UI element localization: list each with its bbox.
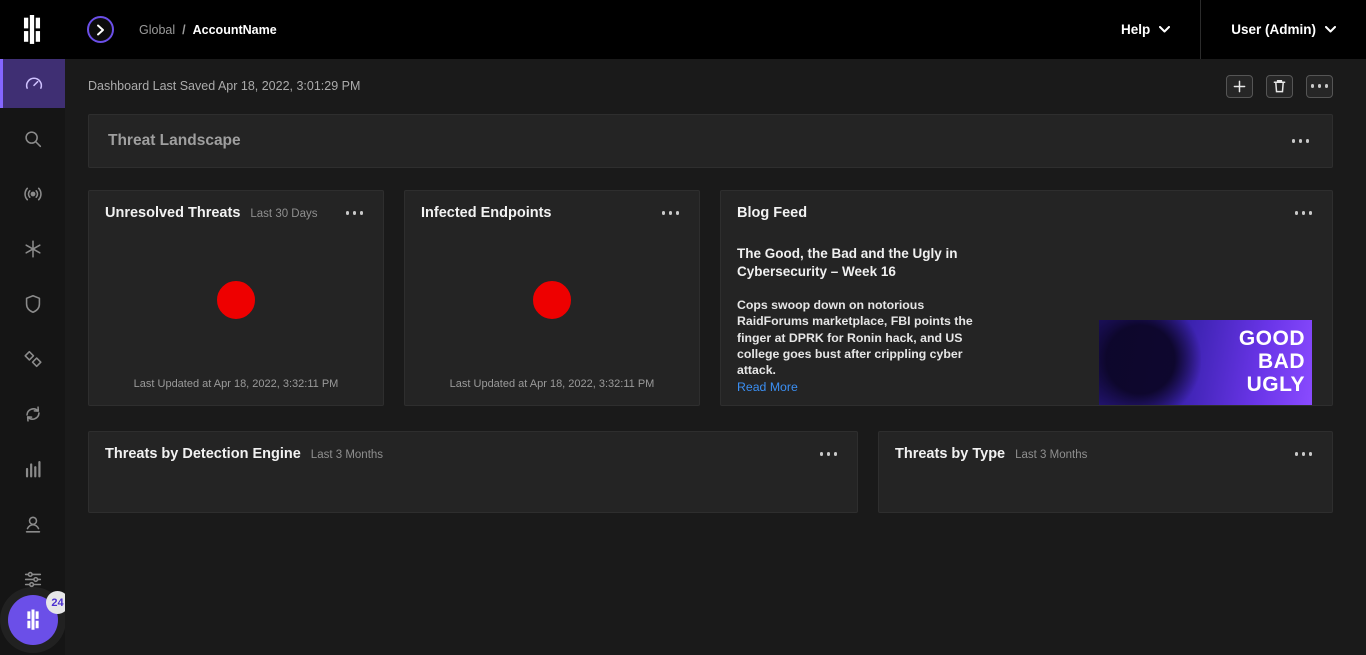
toolbar-buttons	[1226, 75, 1333, 98]
chevron-down-icon	[1159, 26, 1170, 33]
sync-icon	[22, 403, 44, 425]
add-widget-button[interactable]	[1226, 75, 1253, 98]
sidebar-item-sync[interactable]	[0, 389, 65, 438]
blog-image-words: GOOD BAD UGLY	[1239, 327, 1305, 396]
help-menu-label: Help	[1121, 22, 1150, 37]
widget-header: Infected Endpoints	[405, 191, 699, 221]
donut-chart-area	[405, 221, 699, 378]
widget-title: Threats by Type	[895, 446, 1005, 462]
main-content: Dashboard Last Saved Apr 18, 2022, 3:01:…	[65, 59, 1366, 655]
sidebar-item-packages[interactable]	[0, 334, 65, 383]
broadcast-icon	[22, 183, 44, 205]
read-more-link[interactable]: Read More	[737, 380, 798, 394]
section-menu-button[interactable]	[1288, 135, 1314, 147]
dashboard-more-button[interactable]	[1306, 75, 1333, 98]
widget-range: Last 30 Days	[250, 208, 317, 220]
shield-icon	[22, 293, 44, 315]
sentinelone-logo-icon	[24, 609, 42, 631]
breadcrumb-separator: /	[182, 23, 185, 37]
infected-endpoints-donut[interactable]	[533, 281, 571, 319]
fab-wrap: 24	[8, 595, 58, 645]
donut-chart-area	[89, 221, 383, 378]
widget-header: Threats by Detection Engine Last 3 Month…	[89, 432, 857, 462]
last-updated-text: Last Updated at Apr 18, 2022, 3:32:11 PM	[89, 378, 383, 405]
asterisk-icon	[22, 238, 44, 260]
dashboard-gauge-icon	[23, 73, 45, 95]
sidebar-item-automation[interactable]	[0, 224, 65, 273]
infected-endpoints-widget: Infected Endpoints Last Updated at Apr 1…	[404, 190, 700, 406]
widget-menu-button[interactable]	[1291, 207, 1317, 219]
widget-menu-button[interactable]	[658, 207, 684, 219]
blog-article-title: The Good, the Bad and the Ugly in Cybers…	[737, 245, 987, 280]
dashboard-toolbar: Dashboard Last Saved Apr 18, 2022, 3:01:…	[88, 59, 1333, 113]
widget-header: Threats by Type Last 3 Months	[879, 432, 1332, 462]
help-menu[interactable]: Help	[1091, 0, 1200, 59]
topbar: Global / AccountName Help User (Admin)	[0, 0, 1366, 59]
sentinelone-logo-icon	[19, 15, 45, 45]
sidebar-item-search[interactable]	[0, 114, 65, 163]
breadcrumb-scope[interactable]: Global	[139, 23, 175, 37]
hooded-figure-graphic	[1099, 320, 1201, 405]
widget-title: Blog Feed	[737, 205, 807, 221]
blog-image-word: UGLY	[1239, 373, 1305, 396]
expand-nav-button[interactable]	[87, 16, 114, 43]
trash-icon	[1273, 79, 1286, 93]
widget-row-2: Threats by Detection Engine Last 3 Month…	[88, 431, 1333, 513]
sidebar-item-policy[interactable]	[0, 279, 65, 328]
threats-by-detection-engine-widget: Threats by Detection Engine Last 3 Month…	[88, 431, 858, 513]
search-icon	[22, 128, 44, 150]
widget-title: Infected Endpoints	[421, 205, 552, 221]
widget-range: Last 3 Months	[311, 449, 383, 461]
sentinelone-logo[interactable]	[19, 15, 45, 45]
bar-chart-icon	[22, 458, 44, 480]
widget-menu-button[interactable]	[1291, 448, 1317, 460]
topbar-right: Help User (Admin)	[1091, 0, 1366, 59]
unresolved-threats-widget: Unresolved Threats Last 30 Days Last Upd…	[88, 190, 384, 406]
widget-title: Unresolved Threats	[105, 205, 240, 221]
widget-row-1: Unresolved Threats Last 30 Days Last Upd…	[88, 190, 1333, 406]
sliders-icon	[22, 568, 44, 590]
user-menu-label: User (Admin)	[1231, 22, 1316, 37]
threats-by-type-widget: Threats by Type Last 3 Months	[878, 431, 1333, 513]
user-menu[interactable]: User (Admin)	[1201, 0, 1366, 59]
section-title: Threat Landscape	[108, 132, 241, 150]
sidebar-item-dashboard[interactable]	[0, 59, 65, 108]
plus-icon	[1233, 80, 1246, 93]
breadcrumb-account[interactable]: AccountName	[193, 23, 277, 37]
blog-article-image[interactable]: GOOD BAD UGLY	[1099, 320, 1312, 405]
chevron-right-icon	[96, 24, 105, 36]
last-updated-text: Last Updated at Apr 18, 2022, 3:32:11 PM	[405, 378, 699, 405]
chevron-down-icon	[1325, 26, 1336, 33]
sidebar	[0, 59, 65, 655]
threat-landscape-section: Threat Landscape	[88, 114, 1333, 168]
blog-image-word: GOOD	[1239, 327, 1305, 350]
widget-menu-button[interactable]	[816, 448, 842, 460]
unresolved-threats-donut[interactable]	[217, 281, 255, 319]
user-badge-icon	[22, 513, 44, 535]
sidebar-item-account[interactable]	[0, 499, 65, 548]
widget-menu-button[interactable]	[342, 207, 368, 219]
breadcrumb: Global / AccountName	[139, 23, 277, 37]
blog-article-excerpt: Cops swoop down on notorious RaidForums …	[737, 297, 985, 379]
blog-feed-widget: Blog Feed The Good, the Bad and the Ugly…	[720, 190, 1333, 406]
sidebar-item-network[interactable]	[0, 169, 65, 218]
widget-header: Unresolved Threats Last 30 Days	[89, 191, 383, 221]
blog-image-word: BAD	[1239, 350, 1305, 373]
sidebar-item-reports[interactable]	[0, 444, 65, 493]
widget-header: Blog Feed	[721, 191, 1332, 221]
last-saved-text: Dashboard Last Saved Apr 18, 2022, 3:01:…	[88, 79, 360, 93]
widget-title: Threats by Detection Engine	[105, 446, 301, 462]
widget-range: Last 3 Months	[1015, 449, 1087, 461]
delete-dashboard-button[interactable]	[1266, 75, 1293, 98]
packages-icon	[22, 348, 44, 370]
ellipsis-icon	[1311, 84, 1329, 88]
